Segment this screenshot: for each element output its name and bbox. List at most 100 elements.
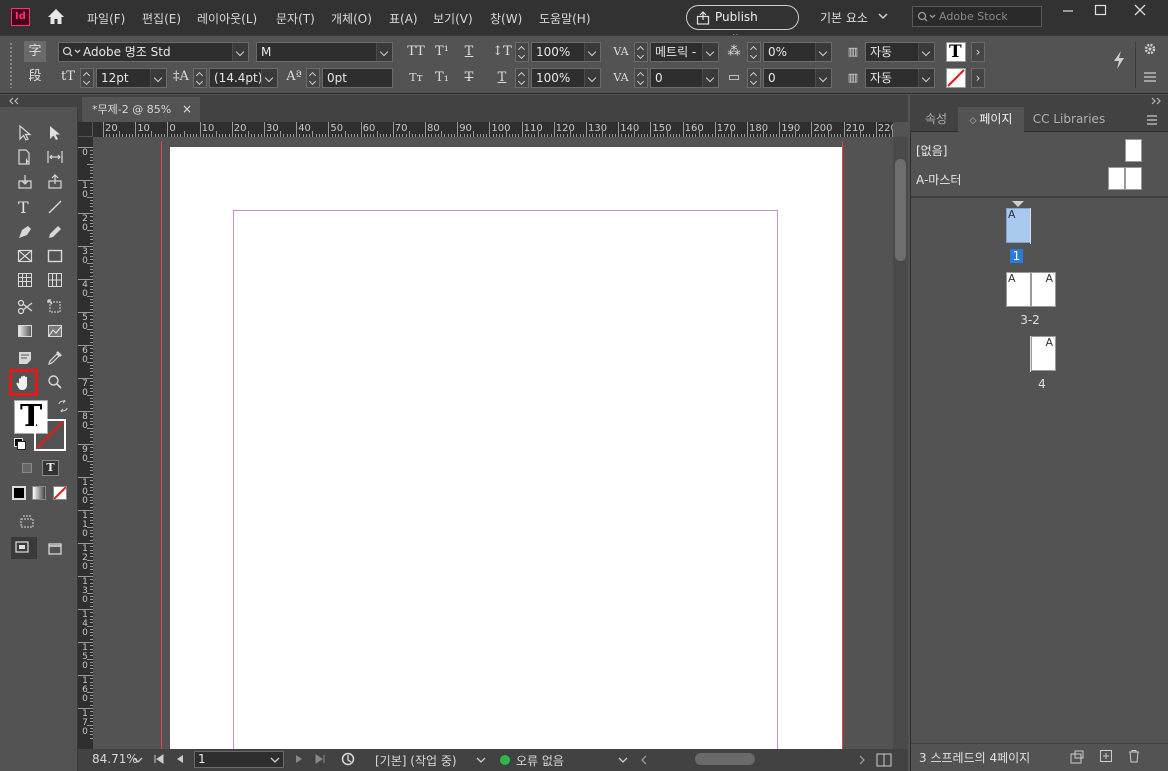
chevron-down-icon[interactable] <box>918 69 934 87</box>
minimize-button[interactable] <box>1053 0 1083 22</box>
a-master-thumbnail-right[interactable] <box>1125 167 1142 190</box>
horizontal-scroll-thumb[interactable] <box>695 753 755 765</box>
leading-field[interactable]: (14.4pt) <box>209 68 278 88</box>
preflight-profile[interactable]: [기본] (작업 중) <box>375 752 457 769</box>
quick-apply-icon[interactable] <box>1112 50 1126 73</box>
small-caps-icon[interactable]: Tт <box>406 69 426 87</box>
chevron-down-icon[interactable] <box>376 43 392 61</box>
subscript-icon[interactable]: T₁ <box>432 69 452 87</box>
gap-tool-icon[interactable] <box>44 147 66 167</box>
preflight-icon[interactable] <box>341 752 355 766</box>
menu-type[interactable]: 문자(T) <box>276 10 315 27</box>
new-page-icon[interactable] <box>1099 749 1113 763</box>
chevron-down-icon[interactable] <box>815 69 831 87</box>
grid-spacing-field[interactable]: 0 <box>763 68 832 88</box>
adobe-stock-search[interactable]: Adobe Stock <box>912 6 1042 27</box>
type-tool-icon[interactable]: T <box>14 197 36 217</box>
character-mode-button[interactable]: 字 <box>24 41 46 62</box>
chevron-down-icon[interactable] <box>232 43 248 61</box>
maximize-button[interactable] <box>1085 0 1115 22</box>
text-stroke-swatch[interactable] <box>946 68 966 88</box>
menu-window[interactable]: 창(W) <box>490 10 522 27</box>
leading-stepper[interactable] <box>193 68 207 88</box>
auto-field-1[interactable]: 자동 <box>865 42 935 62</box>
tsume-stepper[interactable] <box>747 42 761 62</box>
page-thumbnail-1[interactable]: A <box>1006 208 1031 243</box>
chevron-down-icon[interactable] <box>702 43 718 61</box>
vertical-scroll-thumb[interactable] <box>895 159 906 261</box>
chevron-down-icon[interactable] <box>133 756 143 764</box>
panel-menu-icon[interactable] <box>1143 71 1157 86</box>
line-tool-icon[interactable] <box>44 197 66 217</box>
menu-view[interactable]: 보기(V) <box>433 10 473 27</box>
selection-tool-icon[interactable] <box>14 123 36 143</box>
normal-view-mode-icon[interactable] <box>11 537 37 559</box>
chevron-down-icon[interactable] <box>618 756 628 764</box>
font-family-field[interactable]: Adobe 명조 Std <box>58 42 249 62</box>
screen-mode-icon[interactable] <box>44 539 66 559</box>
apply-gradient-icon[interactable] <box>32 486 46 500</box>
document-tab[interactable]: *무제-2 @ 85% × <box>82 97 200 122</box>
swap-fill-stroke-icon[interactable] <box>57 398 69 415</box>
page-thumbnail-4[interactable]: A <box>1031 336 1056 371</box>
font-size-stepper[interactable] <box>80 68 94 88</box>
chevron-right-icon[interactable]: › <box>971 68 985 88</box>
text-fill-swatch[interactable]: T <box>946 42 966 62</box>
rectangle-tool-icon[interactable] <box>44 246 66 266</box>
format-container-icon[interactable] <box>22 463 32 473</box>
all-caps-icon[interactable]: TT <box>406 43 426 61</box>
chevron-down-icon[interactable] <box>815 43 831 61</box>
chevron-down-icon[interactable] <box>270 756 280 764</box>
note-tool-icon[interactable] <box>14 348 36 368</box>
auto-field-2[interactable]: 자동 <box>865 68 935 88</box>
menu-file[interactable]: 파일(F) <box>87 10 125 27</box>
horizontal-scale-field[interactable]: 100% <box>531 68 601 88</box>
kerning-field[interactable]: 메트릭 - <box>650 42 719 62</box>
first-page-icon[interactable] <box>154 754 164 764</box>
format-text-icon[interactable]: T <box>42 460 59 476</box>
close-window-button[interactable] <box>1125 0 1155 22</box>
master-none-thumbnail[interactable] <box>1125 139 1142 162</box>
master-none-label[interactable]: [없음] <box>916 142 947 159</box>
zoom-level[interactable]: 84.71% <box>92 752 138 766</box>
a-master-label[interactable]: A-마스터 <box>916 171 961 188</box>
page-label-3-2[interactable]: 3-2 <box>1015 313 1045 327</box>
tsume-field[interactable]: 0% <box>763 42 832 62</box>
grid-spacing-stepper[interactable] <box>747 68 761 88</box>
hand-tool-icon[interactable] <box>9 369 38 396</box>
scissors-tool-icon[interactable] <box>14 297 36 317</box>
horizontal-grid-tool-icon[interactable] <box>14 270 36 290</box>
tracking-field[interactable]: 0 <box>650 68 719 88</box>
chevron-down-icon[interactable] <box>584 69 600 87</box>
baseline-shift-stepper[interactable] <box>306 68 320 88</box>
tab-pages[interactable]: ◇ 페이지 <box>958 107 1024 132</box>
baseline-shift-field[interactable]: 0pt <box>322 68 393 88</box>
font-style-field[interactable]: M <box>256 42 393 62</box>
toolbox-header[interactable] <box>0 95 78 107</box>
vertical-scale-field[interactable]: 100% <box>531 42 601 62</box>
pen-tool-icon[interactable] <box>14 222 36 242</box>
eyedropper-tool-icon[interactable] <box>44 348 66 368</box>
page-label-4[interactable]: 4 <box>1035 377 1049 391</box>
pencil-tool-icon[interactable] <box>44 222 66 242</box>
frame-grid-icon[interactable] <box>16 512 38 532</box>
superscript-icon[interactable]: T¹ <box>432 43 452 61</box>
rectangle-frame-tool-icon[interactable] <box>14 246 36 266</box>
underline-icon[interactable]: T <box>459 43 479 61</box>
split-window-icon[interactable] <box>876 753 892 767</box>
page-thumbnail-2[interactable]: A <box>1006 272 1031 307</box>
edit-page-size-icon[interactable] <box>1069 749 1085 765</box>
gear-icon[interactable] <box>1143 42 1157 59</box>
ruler-origin[interactable] <box>78 122 93 137</box>
page-tool-icon[interactable] <box>14 147 36 167</box>
chevron-down-icon[interactable] <box>878 12 888 20</box>
free-transform-tool-icon[interactable] <box>44 297 66 317</box>
tab-properties[interactable]: 속성 <box>916 107 956 132</box>
chevron-right-icon[interactable]: › <box>971 42 985 62</box>
horizontal-scale-stepper[interactable] <box>515 68 529 88</box>
pasteboard[interactable] <box>93 137 893 749</box>
menu-edit[interactable]: 편집(E) <box>142 10 181 27</box>
delete-page-icon[interactable] <box>1127 749 1141 763</box>
strikethrough-icon[interactable]: T <box>459 69 479 87</box>
scroll-right-icon[interactable] <box>859 755 865 765</box>
